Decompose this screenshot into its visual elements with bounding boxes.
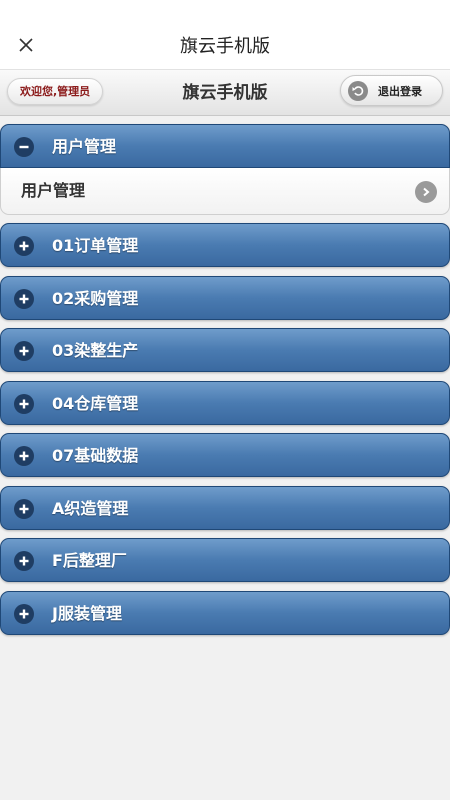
plus-circle-icon (14, 499, 34, 519)
section-order-management[interactable]: 01订单管理 (0, 223, 450, 267)
plus-circle-icon (14, 604, 34, 624)
plus-circle-icon (14, 394, 34, 414)
plus-circle-icon (14, 341, 34, 361)
section-dyeing-production[interactable]: 03染整生产 (0, 328, 450, 372)
section-garment-management[interactable]: J服装管理 (0, 591, 450, 635)
undo-arrow-icon (348, 80, 368, 101)
section-weaving-management[interactable]: A织造管理 (0, 486, 450, 530)
plus-circle-icon (14, 289, 34, 309)
page-header: 欢迎您,管理员 旗云手机版 退出登录 (0, 70, 450, 116)
logout-label: 退出登录 (378, 84, 422, 98)
section-label: 02采购管理 (52, 289, 139, 308)
section-label: A织造管理 (52, 499, 129, 518)
section-label: 07基础数据 (52, 446, 139, 465)
plus-circle-icon (14, 236, 34, 256)
section-label: J服装管理 (52, 604, 122, 623)
section-label: 03染整生产 (52, 341, 139, 360)
chevron-right-icon (415, 181, 437, 203)
section-label: 01订单管理 (52, 236, 139, 255)
plus-circle-icon (14, 551, 34, 571)
logout-button[interactable]: 退出登录 (340, 75, 443, 106)
minus-circle-icon (14, 137, 34, 157)
subitem-user-management[interactable]: 用户管理 (0, 168, 450, 215)
section-basic-data[interactable]: 07基础数据 (0, 433, 450, 477)
window-title: 旗云手机版 (180, 36, 270, 57)
app-title-bar: 旗云手机版 (0, 0, 450, 70)
subitem-label: 用户管理 (21, 181, 86, 200)
section-finishing-factory[interactable]: F后整理厂 (0, 538, 450, 582)
welcome-badge: 欢迎您,管理员 (7, 78, 104, 105)
plus-circle-icon (14, 446, 34, 466)
section-warehouse-management[interactable]: 04仓库管理 (0, 381, 450, 425)
section-label: 用户管理 (52, 137, 117, 156)
section-user-management[interactable]: 用户管理 (0, 124, 450, 168)
section-label: 04仓库管理 (52, 394, 139, 413)
section-purchase-management[interactable]: 02采购管理 (0, 276, 450, 320)
section-label: F后整理厂 (52, 551, 127, 570)
